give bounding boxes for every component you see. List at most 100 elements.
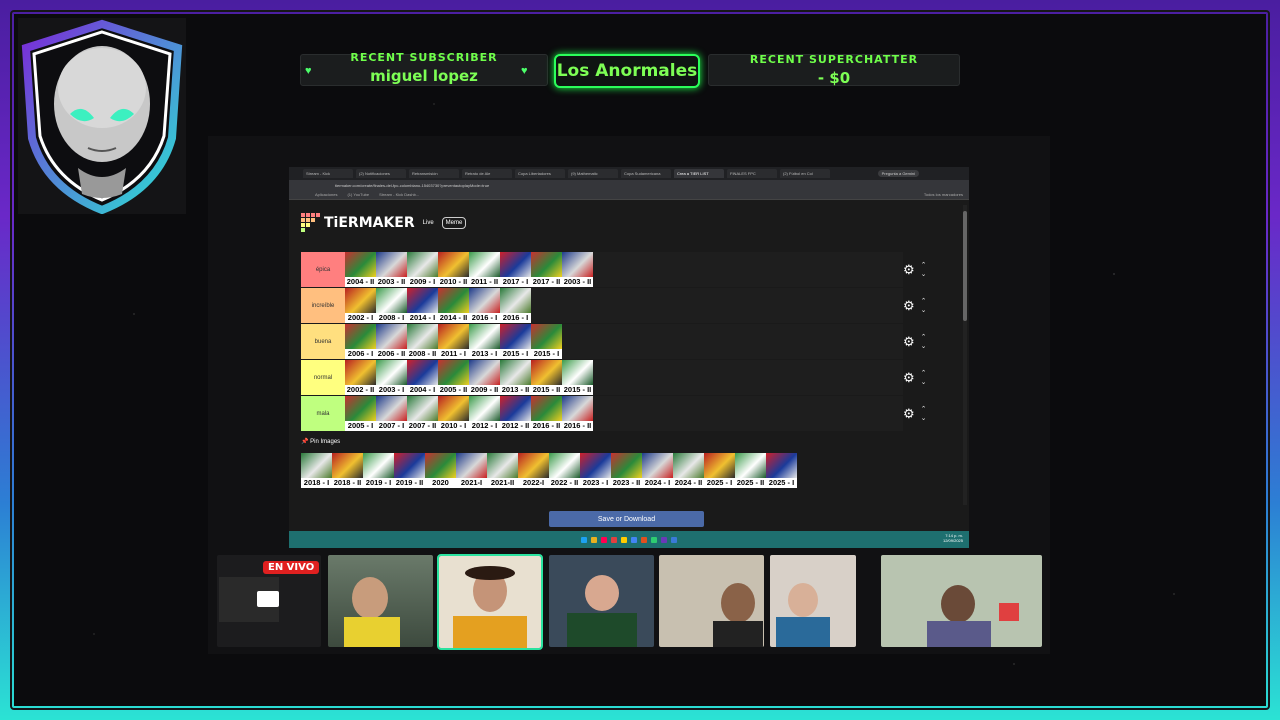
- tier-item[interactable]: 2012 - II: [500, 396, 531, 431]
- taskbar-app-icon[interactable]: [661, 536, 667, 543]
- tier-label[interactable]: normal: [301, 360, 345, 395]
- tier-item[interactable]: 2013 - II: [500, 360, 531, 395]
- browser-tab[interactable]: Copa Libertadores: [515, 169, 565, 178]
- taskbar-app-icon[interactable]: [581, 536, 587, 543]
- tier-item[interactable]: 2018 - I: [301, 453, 332, 488]
- tier-item[interactable]: 2021-II: [487, 453, 518, 488]
- browser-tab[interactable]: Crea a TIER LIST: [674, 169, 724, 178]
- tier-item[interactable]: 2016 - I: [469, 288, 500, 323]
- tier-item[interactable]: 2002 - I: [345, 288, 376, 323]
- bookmark-kick[interactable]: Stream - Kick Dashb...: [379, 192, 419, 197]
- gear-icon[interactable]: ⚙: [903, 298, 915, 314]
- tier-item[interactable]: 2016 - I: [500, 288, 531, 323]
- chevron-down-icon[interactable]: ⌄: [921, 378, 927, 387]
- taskbar-app-icon[interactable]: [631, 536, 637, 543]
- taskbar-app-icon[interactable]: [671, 536, 677, 543]
- tier-item[interactable]: 2023 - II: [611, 453, 642, 488]
- tier-item[interactable]: 2020: [425, 453, 456, 488]
- tier-label[interactable]: mala: [301, 396, 345, 431]
- tier-item[interactable]: 2004 - I: [407, 360, 438, 395]
- tier-label[interactable]: buena: [301, 324, 345, 359]
- chevron-down-icon[interactable]: ⌄: [921, 342, 927, 351]
- save-download-button[interactable]: Save or Download: [549, 511, 704, 527]
- gear-icon[interactable]: ⚙: [903, 406, 915, 422]
- tier-item[interactable]: 2006 - II: [376, 324, 407, 359]
- tier-item[interactable]: 2019 - II: [394, 453, 425, 488]
- tier-item[interactable]: 2018 - II: [332, 453, 363, 488]
- pin-images-label[interactable]: 📌 Pin Images: [301, 438, 340, 445]
- tier-item[interactable]: 2007 - II: [407, 396, 438, 431]
- tier-item[interactable]: 2025 - I: [766, 453, 797, 488]
- tier-item[interactable]: 2015 - I: [500, 324, 531, 359]
- tier-item[interactable]: 2004 - II: [345, 252, 376, 287]
- tier-item[interactable]: 2017 - II: [531, 252, 562, 287]
- chevron-up-icon[interactable]: ⌃: [921, 333, 927, 342]
- bookmark-youtube[interactable]: (1) YouTube: [347, 192, 369, 197]
- tier-item[interactable]: 2017 - I: [500, 252, 531, 287]
- chevron-up-icon[interactable]: ⌃: [921, 369, 927, 378]
- chevron-up-icon[interactable]: ⌃: [921, 405, 927, 414]
- browser-tab[interactable]: Retransmisión: [409, 169, 459, 178]
- tier-item[interactable]: 2015 - I: [531, 324, 562, 359]
- tier-item[interactable]: 2006 - I: [345, 324, 376, 359]
- address-bar[interactable]: tiermaker.com/create/finales-del-fpc-col…: [289, 180, 969, 190]
- tier-item[interactable]: 2008 - II: [407, 324, 438, 359]
- taskbar-app-icon[interactable]: [591, 536, 597, 543]
- tier-item[interactable]: 2007 - I: [376, 396, 407, 431]
- tier-item[interactable]: 2003 - II: [376, 252, 407, 287]
- page-scrollbar[interactable]: [963, 205, 967, 505]
- tier-item[interactable]: 2023 - I: [580, 453, 611, 488]
- browser-tab[interactable]: (2) Notificaciones: [356, 169, 406, 178]
- tier-item[interactable]: 2016 - II: [562, 396, 593, 431]
- tier-item[interactable]: 2022-I: [518, 453, 549, 488]
- tier-item[interactable]: 2014 - II: [438, 288, 469, 323]
- tier-item[interactable]: 2009 - I: [407, 252, 438, 287]
- tier-item[interactable]: 2011 - II: [469, 252, 500, 287]
- tier-item[interactable]: 2015 - II: [562, 360, 593, 395]
- tier-item[interactable]: 2009 - II: [469, 360, 500, 395]
- tier-label[interactable]: increíble: [301, 288, 345, 323]
- tier-item[interactable]: 2005 - I: [345, 396, 376, 431]
- nav-meme-button[interactable]: Meme: [441, 216, 467, 229]
- tier-item[interactable]: 2019 - I: [363, 453, 394, 488]
- chevron-down-icon[interactable]: ⌄: [921, 270, 927, 279]
- gear-icon[interactable]: ⚙: [903, 262, 915, 278]
- taskbar-app-icon[interactable]: [651, 536, 657, 543]
- tier-item[interactable]: 2003 - I: [376, 360, 407, 395]
- taskbar-app-icon[interactable]: [601, 536, 607, 543]
- tier-item[interactable]: 2002 - II: [345, 360, 376, 395]
- chevron-up-icon[interactable]: ⌃: [921, 297, 927, 306]
- tier-item[interactable]: 2014 - I: [407, 288, 438, 323]
- browser-tab[interactable]: Stream - Kick: [303, 169, 353, 178]
- tiermaker-brand[interactable]: TiERMAKER: [324, 215, 415, 231]
- chevron-down-icon[interactable]: ⌄: [921, 306, 927, 315]
- tier-item[interactable]: 2012 - I: [469, 396, 500, 431]
- chevron-up-icon[interactable]: ⌃: [921, 261, 927, 270]
- browser-tab[interactable]: Retrato de Ale: [462, 169, 512, 178]
- nav-live-link[interactable]: Live: [423, 220, 434, 226]
- tier-item[interactable]: 2016 - II: [531, 396, 562, 431]
- browser-tab[interactable]: Copa Sudamericana: [621, 169, 671, 178]
- tier-item[interactable]: 2010 - II: [438, 252, 469, 287]
- tier-item[interactable]: 2015 - II: [531, 360, 562, 395]
- tier-item[interactable]: 2025 - II: [735, 453, 766, 488]
- tier-label[interactable]: épica: [301, 252, 345, 287]
- tier-item[interactable]: 2022 - II: [549, 453, 580, 488]
- browser-tab[interactable]: (2) Fútbol en Col: [780, 169, 830, 178]
- gear-icon[interactable]: ⚙: [903, 370, 915, 386]
- tier-item[interactable]: 2025 - I: [704, 453, 735, 488]
- gemini-button[interactable]: Pregunta a Gemini: [877, 170, 919, 177]
- bookmark-apps[interactable]: Aplicaciones: [315, 192, 337, 197]
- tier-item[interactable]: 2013 - I: [469, 324, 500, 359]
- taskbar-app-icon[interactable]: [641, 536, 647, 543]
- browser-tab[interactable]: FINALES FPC: [727, 169, 777, 178]
- tier-item[interactable]: 2005 - II: [438, 360, 469, 395]
- tier-item[interactable]: 2008 - I: [376, 288, 407, 323]
- browser-tab[interactable]: (9) Mathematic: [568, 169, 618, 178]
- tier-item[interactable]: 2024 - I: [642, 453, 673, 488]
- bookmark-all[interactable]: Todos los marcadores: [924, 192, 963, 197]
- tier-item[interactable]: 2024 - II: [673, 453, 704, 488]
- tier-item[interactable]: 2021-I: [456, 453, 487, 488]
- gear-icon[interactable]: ⚙: [903, 334, 915, 350]
- chevron-down-icon[interactable]: ⌄: [921, 414, 927, 423]
